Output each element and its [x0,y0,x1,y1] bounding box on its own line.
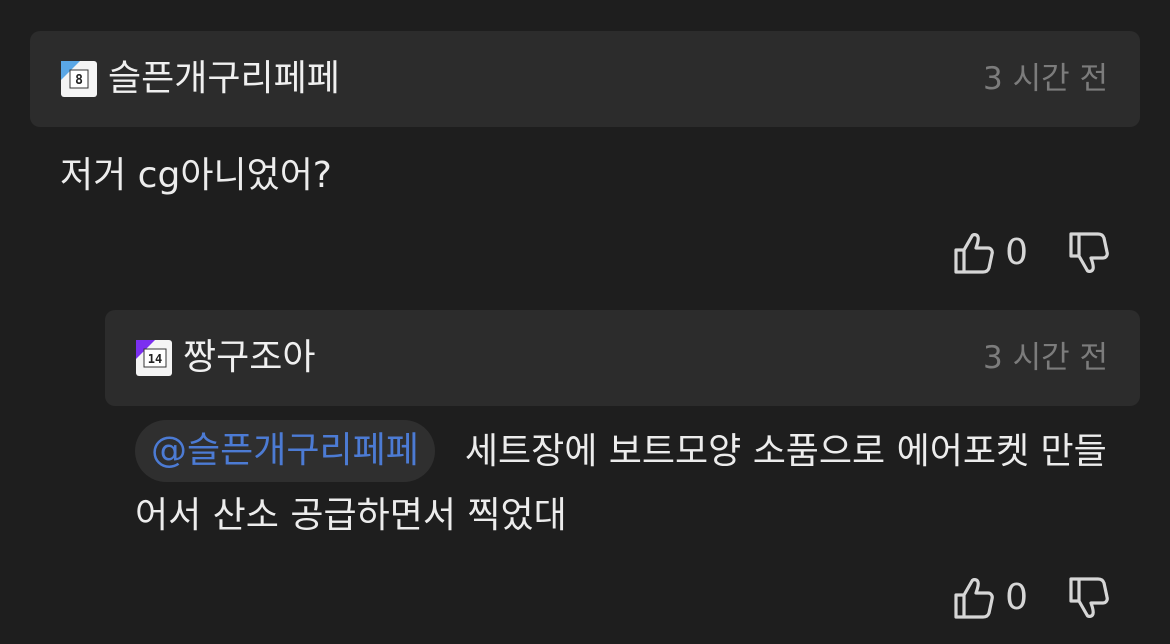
comment-text: 저거 cg아니었어? [60,155,332,196]
thumbs-down-icon[interactable] [1068,231,1110,275]
like-count: 0 [1005,577,1028,618]
level-badge-number: 14 [148,352,162,366]
level-badge-icon: 14 [136,340,172,376]
reply-author[interactable]: 짱구조아 [183,332,315,384]
reply-timestamp: 3 시간 전 [983,340,1108,376]
like-count: 0 [1005,232,1028,273]
thumbs-up-icon[interactable] [953,231,995,275]
reply-vote-bar: 0 [953,572,1110,624]
comment-author[interactable]: 슬픈개구리페페 [108,53,340,105]
reply-text: @슬픈개구리페페 세트장에 보트모양 소품으로 에어포켓 만들어서 산소 공급하면… [135,420,1125,548]
level-badge-icon: 8 [61,61,97,97]
thumbs-down-icon[interactable] [1068,576,1110,620]
mention-tag[interactable]: @슬픈개구리페페 [135,420,435,482]
comment-vote-bar: 0 [953,227,1110,279]
comment-header: 8 슬픈개구리페페 3 시간 전 [30,31,1140,127]
thumbs-up-icon[interactable] [953,576,995,620]
reply-header: 14 짱구조아 3 시간 전 [105,310,1140,406]
level-badge-number: 8 [75,73,83,88]
comment-timestamp: 3 시간 전 [983,61,1108,97]
